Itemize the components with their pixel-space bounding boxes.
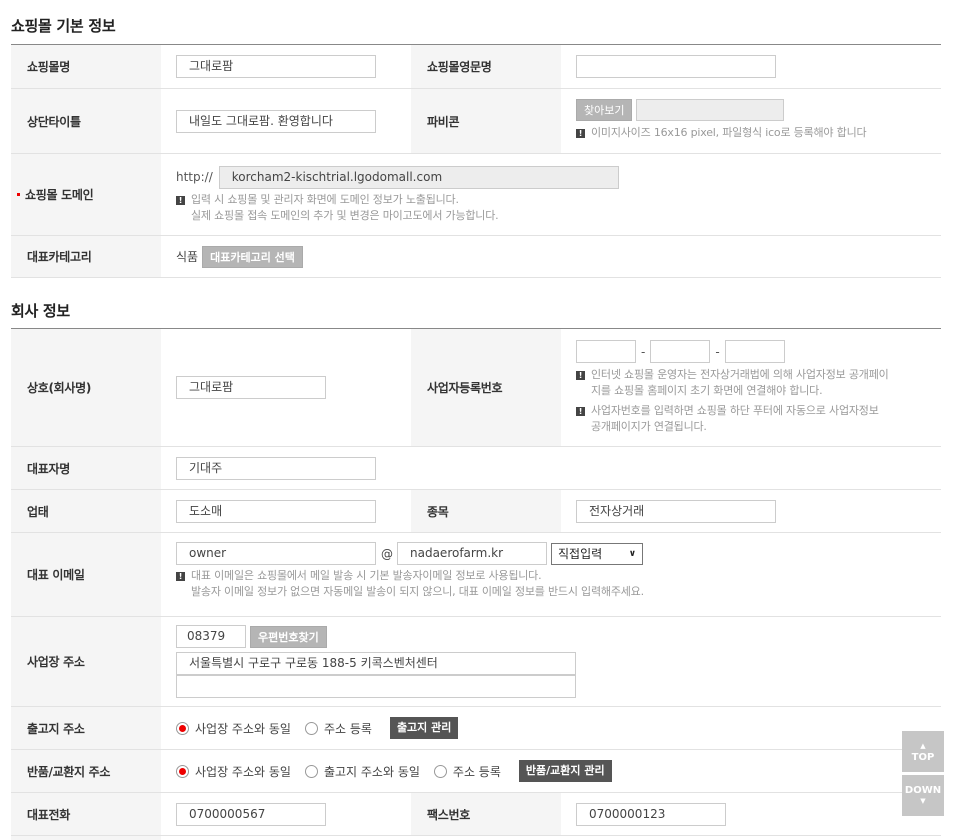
favicon-label: 파비콘 (411, 89, 561, 153)
domain-notice: ! 입력 시 쇼핑몰 및 관리자 화면에 도메인 정보가 노출됩니다. 실제 쇼… (176, 192, 941, 224)
address-line1-input[interactable]: 서울특별시 구로구 구로동 188-5 키콕스벤처센터 (176, 652, 576, 675)
address-label: 사업장 주소 (11, 617, 161, 706)
return-manage-button[interactable]: 반품/교환지 관리 (518, 760, 612, 782)
domain-label: 쇼핑몰 도메인 (11, 154, 161, 235)
row-next-partial (11, 836, 941, 840)
row-category: 대표카테고리 식품 대표카테고리 선택 (11, 236, 941, 278)
favicon-notice: ! 이미지사이즈 16x16 pixel, 파일형식 ico로 등록해야 합니다 (576, 125, 941, 141)
biz-reg-part2-input[interactable] (650, 340, 711, 363)
category-label: 대표카테고리 (11, 236, 161, 277)
phone-input[interactable]: 0700000567 (176, 802, 326, 826)
radio-unchecked-icon (304, 764, 318, 778)
category-select-button[interactable]: 대표카테고리 선택 (202, 245, 303, 268)
shop-basic-table: 쇼핑몰명 그대로팜 쇼핑몰영문명 상단타이틀 내일도 그대로팜. 환영합니다 파… (11, 44, 941, 278)
radio-unchecked-icon (304, 721, 318, 735)
mall-name-input[interactable]: 그대로팜 (176, 55, 376, 78)
top-title-label: 상단타이틀 (11, 89, 161, 153)
arrow-down-icon: ▼ (920, 796, 926, 805)
favicon-browse-button[interactable]: 찾아보기 (576, 99, 633, 121)
email-notice: ! 대표 이메일은 쇼핑몰에서 메일 발송 시 기본 발송자이메일 정보로 사용… (176, 568, 941, 600)
return-address-label: 반품/교환지 주소 (11, 750, 161, 792)
row-ceo: 대표자명 기대주 (11, 447, 941, 490)
ceo-input[interactable]: 기대주 (176, 456, 376, 480)
row-return-address: 반품/교환지 주소 사업장 주소와 동일 출고지 주소와 동일 주소 등록 반품… (11, 750, 941, 793)
favicon-file-input[interactable] (636, 99, 785, 121)
required-marker-icon (17, 193, 20, 196)
row-shipping-address: 출고지 주소 사업장 주소와 동일 주소 등록 출고지 관리 (11, 707, 941, 750)
return-radio-register[interactable]: 주소 등록 (433, 763, 501, 780)
zipcode-search-button[interactable]: 우편번호찾기 (250, 625, 327, 648)
row-address: 사업장 주소 08379 우편번호찾기 서울특별시 구로구 구로동 188-5 … (11, 617, 941, 707)
notice-icon: ! (176, 572, 185, 581)
row-biz-type: 업태 도소매 종목 전자상거래 (11, 490, 941, 533)
email-label: 대표 이메일 (11, 533, 161, 616)
biz-reg-part1-input[interactable] (576, 340, 636, 363)
mall-eng-name-input[interactable] (576, 55, 776, 78)
email-at-sign: @ (381, 546, 393, 561)
biz-reg-part3-input[interactable] (724, 340, 785, 363)
top-title-input[interactable]: 내일도 그대로팜. 환영합니다 (176, 109, 376, 133)
row-phone: 대표전화 0700000567 팩스번호 0700000123 (11, 793, 941, 836)
scroll-top-button[interactable]: ▲ TOP (902, 731, 944, 772)
row-mall-name: 쇼핑몰명 그대로팜 쇼핑몰영문명 (11, 45, 941, 89)
email-domain-select[interactable]: 직접입력 ∨ (551, 542, 643, 565)
notice-icon: ! (176, 195, 185, 205)
biz-item-label: 종목 (411, 490, 561, 532)
row-email: 대표 이메일 owner @ nadaerofarm.kr 직접입력 ∨ ! 대… (11, 533, 941, 617)
zipcode-input[interactable]: 08379 (176, 625, 246, 648)
return-radio-same-as-business[interactable]: 사업장 주소와 동일 (176, 763, 291, 780)
company-name-label: 상호(회사명) (11, 329, 161, 446)
email-id-input[interactable]: owner (176, 542, 376, 565)
row-company-name: 상호(회사명) 그대로팜 사업자등록번호 - - ! 인터넷 쇼핑몰 운영자는 … (11, 329, 941, 447)
email-domain-input[interactable]: nadaerofarm.kr (397, 542, 547, 565)
radio-checked-icon (176, 764, 189, 778)
fax-input[interactable]: 0700000123 (576, 802, 726, 826)
chevron-down-icon: ∨ (628, 548, 636, 559)
notice-icon: ! (576, 129, 585, 138)
biz-reg-label: 사업자등록번호 (411, 329, 561, 446)
domain-prefix: http:// (176, 170, 213, 184)
notice-icon: ! (576, 407, 585, 416)
return-radio-same-as-shipping[interactable]: 출고지 주소와 동일 (304, 763, 420, 780)
address-line2-input[interactable] (176, 675, 576, 698)
radio-checked-icon (176, 721, 189, 735)
scroll-down-button[interactable]: DOWN ▼ (902, 775, 944, 816)
biz-type-input[interactable]: 도소매 (176, 499, 376, 523)
biz-reg-separator: - (641, 344, 646, 359)
mall-eng-name-label: 쇼핑몰영문명 (411, 45, 561, 88)
notice-icon: ! (576, 371, 585, 380)
ceo-label: 대표자명 (11, 447, 161, 489)
section-title-shop-basic: 쇼핑몰 기본 정보 (11, 17, 116, 35)
fax-label: 팩스번호 (411, 793, 561, 835)
category-value: 식품 (176, 250, 199, 264)
domain-input[interactable]: korcham2-kischtrial.lgodomall.com (218, 165, 619, 189)
biz-item-input[interactable]: 전자상거래 (576, 499, 776, 523)
shipping-address-label: 출고지 주소 (11, 707, 161, 749)
biz-type-label: 업태 (11, 490, 161, 532)
section-title-company: 회사 정보 (11, 302, 70, 320)
company-name-input[interactable]: 그대로팜 (176, 376, 326, 399)
row-top-title: 상단타이틀 내일도 그대로팜. 환영합니다 파비콘 찾아보기 ! 이미지사이즈 … (11, 89, 941, 154)
row-domain: 쇼핑몰 도메인 http:// korcham2-kischtrial.lgod… (11, 154, 941, 236)
shipping-radio-same-as-business[interactable]: 사업장 주소와 동일 (176, 720, 291, 737)
biz-reg-notice-2: ! 사업자번호를 입력하면 쇼핑몰 하단 푸터에 자동으로 사업자정보 공개페이… (576, 403, 941, 435)
arrow-up-icon: ▲ (920, 741, 926, 750)
shipping-radio-register[interactable]: 주소 등록 (304, 720, 372, 737)
mall-name-label: 쇼핑몰명 (11, 45, 161, 88)
phone-label: 대표전화 (11, 793, 161, 835)
radio-unchecked-icon (433, 764, 447, 778)
company-table: 상호(회사명) 그대로팜 사업자등록번호 - - ! 인터넷 쇼핑몰 운영자는 … (11, 328, 941, 840)
shipping-manage-button[interactable]: 출고지 관리 (389, 717, 459, 739)
biz-reg-separator: - (715, 344, 720, 359)
biz-reg-notice-1: ! 인터넷 쇼핑몰 운영자는 전자상거래법에 의해 사업자정보 공개페이 지를 … (576, 367, 941, 399)
